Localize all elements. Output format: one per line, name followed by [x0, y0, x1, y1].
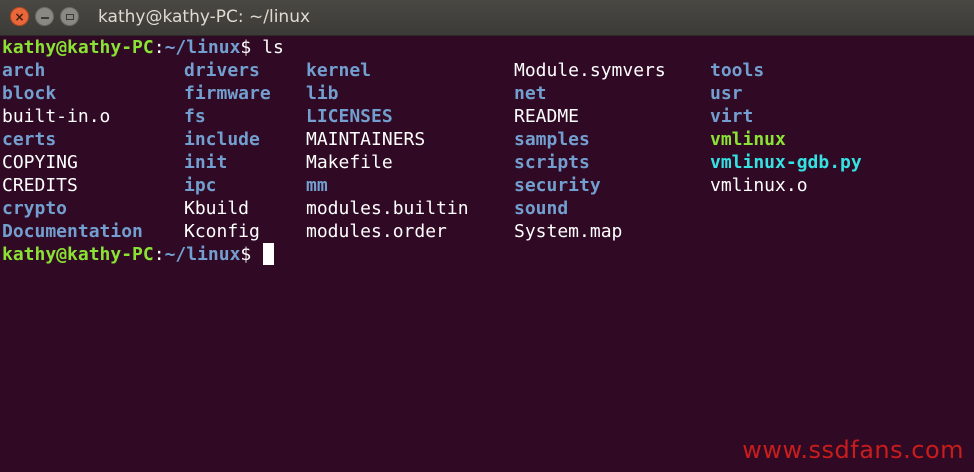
window-titlebar[interactable]: × kathy@kathy-PC: ~/linux	[0, 0, 974, 36]
ls-entry-dir: crypto	[2, 198, 68, 219]
prompt-path: ~/linux	[164, 244, 241, 265]
close-icon: ×	[14, 9, 25, 24]
ls-entry-dir: include	[184, 129, 260, 150]
ls-entry-dir: certs	[2, 129, 57, 150]
ls-entry-dir: sound	[514, 198, 569, 219]
ls-entry-link: vmlinux-gdb.py	[710, 152, 862, 173]
ls-entry-dir: kernel	[306, 60, 372, 81]
prompt-colon: :	[153, 244, 165, 265]
ls-entry-file: Module.symvers	[514, 60, 666, 81]
command-line: kathy@kathy-PC:~/linux$ ls	[2, 36, 284, 59]
ls-entry-file: modules.order	[306, 221, 447, 242]
prompt-colon: :	[153, 37, 165, 58]
ls-entry-file: CREDITS	[2, 175, 78, 196]
ls-entry-dir: block	[2, 83, 57, 104]
ls-entry-dir: mm	[306, 175, 328, 196]
ls-entry-dir: ipc	[184, 175, 217, 196]
window-title: kathy@kathy-PC: ~/linux	[98, 7, 311, 27]
minimize-icon	[40, 17, 49, 19]
command-text: ls	[251, 37, 284, 58]
ls-entry-dir: LICENSES	[306, 106, 393, 127]
close-window-button[interactable]: ×	[10, 7, 29, 26]
ls-entry-file: COPYING	[2, 152, 78, 173]
ls-entry-dir: scripts	[514, 152, 590, 173]
ls-entry-dir: samples	[514, 129, 590, 150]
ls-entry-dir: firmware	[184, 83, 271, 104]
ls-entry-file: README	[514, 106, 580, 127]
ls-entry-file: MAINTAINERS	[306, 129, 426, 150]
ls-entry-file: System.map	[514, 221, 623, 242]
watermark: www.ssdfans.com	[742, 436, 964, 464]
prompt-user-host: kathy@kathy-PC	[2, 37, 154, 58]
ls-entry-dir: init	[184, 152, 228, 173]
prompt-user-host: kathy@kathy-PC	[2, 244, 154, 265]
minimize-window-button[interactable]	[35, 7, 54, 26]
ls-entry-file: vmlinux.o	[710, 175, 808, 196]
maximize-window-button[interactable]	[60, 7, 79, 26]
ls-entry-file: Kbuild	[184, 198, 250, 219]
ls-entry-dir: lib	[306, 83, 339, 104]
ls-entry-exec: vmlinux	[710, 129, 786, 150]
terminal-area[interactable]: kathy@kathy-PC:~/linux$ ls arch drivers ke…	[0, 36, 974, 472]
ls-entry-dir: fs	[184, 106, 206, 127]
ls-entry-dir: net	[514, 83, 547, 104]
active-prompt-line[interactable]: kathy@kathy-PC:~/linux$	[2, 243, 275, 266]
ls-entry-file: modules.builtin	[306, 198, 469, 219]
ls-entry-file: built-in.o	[2, 106, 111, 127]
prompt-path: ~/linux	[164, 37, 241, 58]
ls-entry-dir: arch	[2, 60, 46, 81]
maximize-icon	[65, 13, 74, 20]
ls-entry-dir: security	[514, 175, 601, 196]
prompt-dollar: $	[240, 244, 252, 265]
ls-entry-dir: drivers	[184, 60, 260, 81]
ls-entry-dir: usr	[710, 83, 743, 104]
text-cursor	[263, 243, 275, 265]
prompt-dollar: $	[240, 37, 252, 58]
ls-entry-file: Makefile	[306, 152, 393, 173]
ls-entry-dir: Documentation	[2, 221, 143, 242]
ls-entry-dir: virt	[710, 106, 754, 127]
ls-entry-dir: tools	[710, 60, 765, 81]
ls-entry-file: Kconfig	[184, 221, 260, 242]
